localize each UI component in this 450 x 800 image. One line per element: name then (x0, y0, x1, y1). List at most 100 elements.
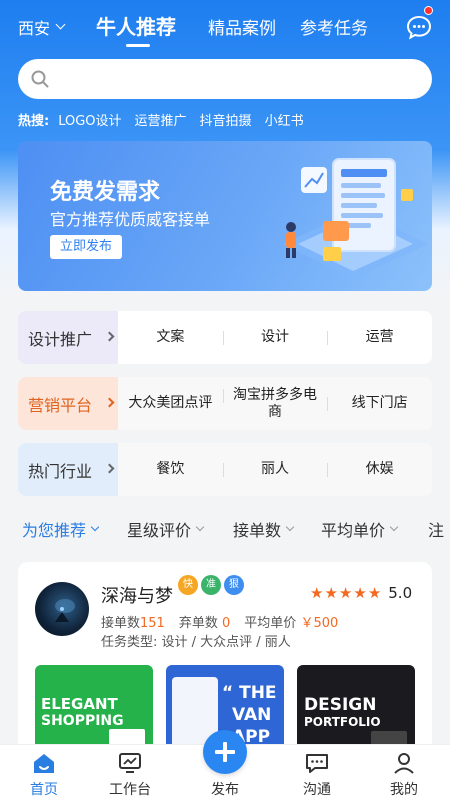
stat-label: 接单数 (101, 616, 141, 631)
category-header[interactable]: 热门行业 (18, 443, 118, 496)
monitor-icon (119, 753, 141, 773)
thumb-text: VAN (232, 705, 272, 725)
tab-label: 我的 (390, 782, 418, 798)
chevron-right-icon (104, 463, 115, 474)
publish-plus-button[interactable] (203, 730, 247, 774)
chevron-down-icon (90, 522, 100, 532)
chevron-down-icon (195, 522, 205, 532)
badge-fast: 快 (178, 575, 198, 595)
category-title: 设计推广 (28, 329, 93, 349)
chevron-right-icon (104, 397, 115, 408)
chevron-down-icon (389, 522, 399, 532)
search-bar[interactable] (18, 59, 432, 99)
filter-label: 星级评价 (127, 521, 192, 540)
provider-stats: 接单数151 弃单数 0 平均单价 ￥500 (101, 612, 338, 631)
banner-illustration (283, 158, 428, 279)
portfolio-thumbnail[interactable]: DESIGN PORTFOLIO (297, 665, 415, 752)
city-label: 西安 (18, 19, 51, 38)
filter-rating[interactable]: 星级评价 (127, 517, 205, 541)
category-row-design: 设计推广 文案 设计 运营 (18, 311, 432, 364)
filter-recommended[interactable]: 为您推荐 (22, 517, 100, 541)
hot-search-item[interactable]: 小红书 (265, 110, 304, 129)
home-icon (34, 754, 54, 773)
tab-label: 沟通 (303, 782, 331, 798)
tab-home[interactable]: 首页 (14, 751, 74, 799)
average-price: ￥500 (300, 616, 339, 631)
category-item[interactable]: 淘宝拼多多电商 (222, 387, 328, 421)
thumb-text: ELEGANT (41, 695, 118, 713)
category-title: 营销平台 (28, 395, 93, 415)
category-item[interactable]: 文案 (118, 329, 223, 346)
category-item[interactable]: 休娱 (327, 461, 432, 478)
top-bar: 西安 牛人推荐 精品案例 参考任务 (0, 0, 450, 54)
message-icon[interactable] (405, 13, 433, 41)
task-types: 任务类型: 设计 / 大众点评 / 丽人 (101, 635, 291, 650)
rating: ★ ★ ★ ★ ★ 5.0 (310, 584, 412, 602)
badge-strong: 狠 (224, 575, 244, 595)
stat-label: 平均单价 (244, 616, 297, 631)
badge-accurate: 准 (201, 575, 221, 595)
hot-search: 热搜: LOGO设计 运营推广 抖音拍摄 小红书 (18, 110, 304, 129)
thumb-text: DESIGN (304, 695, 377, 715)
chat-icon (306, 754, 328, 773)
category-item[interactable]: 大众美团点评 (118, 395, 223, 412)
filter-label: 平均单价 (321, 521, 386, 540)
category-header[interactable]: 设计推广 (18, 311, 118, 364)
search-icon (31, 70, 49, 88)
filter-label: 为您推荐 (22, 521, 87, 540)
star-icon: ★ (324, 584, 338, 602)
promo-banner[interactable]: 免费发需求 官方推荐优质威客接单 立即发布 (18, 141, 432, 291)
notification-dot (424, 6, 433, 15)
hot-search-item[interactable]: 运营推广 (135, 110, 187, 129)
category-item[interactable]: 餐饮 (118, 461, 223, 478)
city-selector[interactable]: 西安 (18, 15, 66, 39)
tab-chat[interactable]: 沟通 (287, 751, 347, 799)
tab-recommended[interactable]: 牛人推荐 (96, 11, 176, 40)
category-item[interactable]: 丽人 (222, 461, 328, 478)
filter-bar: 为您推荐 星级评价 接单数 平均单价 注 (0, 508, 450, 548)
hot-search-item[interactable]: LOGO设计 (58, 110, 121, 129)
category-title: 热门行业 (28, 461, 93, 481)
star-icon: ★ (310, 584, 324, 602)
hot-search-label: 热搜: (18, 114, 50, 129)
tab-label: 工作台 (109, 782, 151, 798)
accepted-count: 151 (140, 616, 165, 631)
portfolio-thumbnail[interactable]: ELEGANT SHOPPING (35, 665, 153, 752)
provider-card[interactable]: 深海与梦 快 准 狠 ★ ★ ★ ★ ★ 5.0 接单数151 弃单数 0 平均… (18, 562, 432, 752)
banner-subtitle: 官方推荐优质威客接单 (50, 210, 211, 229)
rating-score: 5.0 (388, 584, 413, 602)
category-item[interactable]: 设计 (222, 329, 328, 346)
thumb-text: PORTFOLIO (304, 715, 381, 729)
search-input[interactable] (62, 67, 412, 91)
star-icon: ★ (338, 584, 353, 602)
hot-search-item[interactable]: 抖音拍摄 (200, 110, 252, 129)
user-icon (394, 753, 414, 774)
thumb-text: SHOPPING (41, 713, 124, 729)
abandoned-count: 0 (222, 616, 231, 631)
tab-publish-label[interactable]: 发布 (195, 779, 255, 799)
filter-label: 注 (428, 521, 445, 540)
provider-name: 深海与梦 (101, 586, 173, 607)
tab-cases[interactable]: 精品案例 (208, 14, 276, 39)
filter-label: 接单数 (233, 521, 282, 540)
tab-label: 首页 (30, 782, 58, 798)
category-item[interactable]: 线下门店 (327, 395, 432, 412)
filter-more[interactable]: 注 (428, 517, 444, 541)
tab-workbench[interactable]: 工作台 (100, 751, 160, 799)
star-icon: ★ (367, 584, 382, 602)
publish-now-button[interactable]: 立即发布 (50, 235, 122, 259)
category-item[interactable]: 运营 (327, 329, 432, 346)
chevron-right-icon (104, 331, 115, 342)
chevron-down-icon (55, 19, 66, 30)
stat-label: 弃单数 (178, 616, 218, 631)
badge-group: 快 准 狠 (178, 575, 244, 595)
tab-tasks[interactable]: 参考任务 (300, 14, 368, 39)
filter-avg-price[interactable]: 平均单价 (321, 517, 399, 541)
tab-profile[interactable]: 我的 (374, 751, 434, 799)
star-icon: ★ (353, 584, 367, 602)
category-header[interactable]: 营销平台 (18, 377, 118, 430)
active-tab-indicator (126, 44, 150, 47)
avatar[interactable] (35, 582, 89, 636)
filter-orders[interactable]: 接单数 (233, 517, 295, 541)
thumb-text: “ THE (222, 683, 277, 703)
